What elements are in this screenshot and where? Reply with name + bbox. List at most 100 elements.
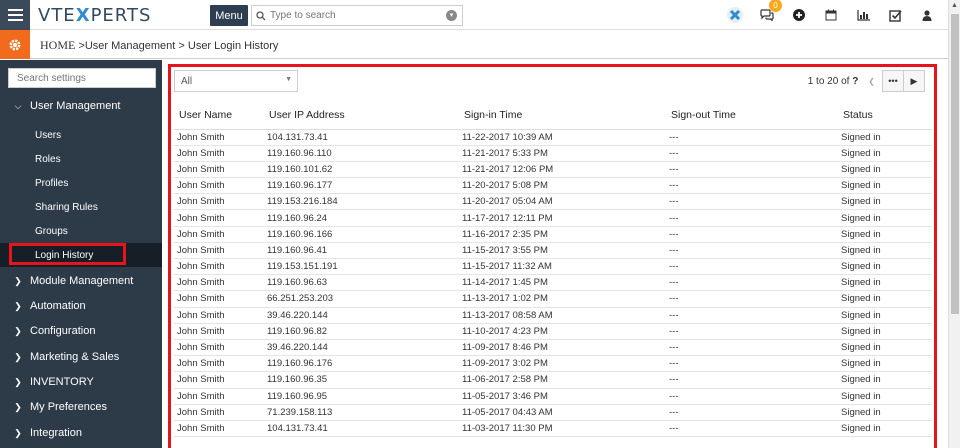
table-row[interactable]: John Smith 104.131.73.41 11-22-2017 10:39 …: [174, 129, 932, 146]
next-page-button[interactable]: ▶: [903, 70, 925, 92]
login-history-table: User Name User IP Address Sign-in Time S…: [174, 101, 932, 438]
cell-user-name: John Smith: [174, 242, 264, 260]
sidebar-section-configuration[interactable]: ❯ Configuration: [0, 319, 162, 343]
scroll-up-icon[interactable]: ▲: [951, 2, 958, 9]
list-toolbar: All ▼ 1 to 20 of ? ❮ ••• ▶: [174, 70, 931, 98]
table-row[interactable]: John Smith 119.160.96.110 11-21-2017 5:33 …: [174, 145, 932, 162]
cell-sign-in-time: 11-13-2017 08:58 AM: [459, 307, 666, 324]
page-count: 1 to 20 of ?: [807, 75, 859, 87]
cell-sign-in-time: 11-16-2017 2:35 PM: [459, 226, 666, 243]
cell-status: Signed in: [838, 193, 932, 211]
table-row[interactable]: John Smith 39.46.220.144 11-13-2017 08:58 …: [174, 307, 932, 324]
cell-user-name: John Smith: [174, 177, 264, 195]
table-row[interactable]: John Smith 119.160.96.176 11-09-2017 3:02 …: [174, 355, 932, 373]
cell-status: Signed in: [838, 420, 932, 438]
sidebar-section-marketing-sales[interactable]: ❯ Marketing & Sales: [0, 345, 162, 369]
more-options-button[interactable]: •••: [882, 70, 904, 92]
total-count-button[interactable]: ?: [852, 76, 858, 87]
cell-status: Signed in: [838, 404, 932, 421]
sidebar-item-groups[interactable]: Groups: [0, 219, 162, 243]
sidebar-section-module-management[interactable]: ❯ Module Management: [0, 269, 162, 293]
cell-status: Signed in: [838, 355, 932, 373]
search-dropdown-icon[interactable]: ▾: [446, 10, 457, 21]
column-header-user-name[interactable]: User Name: [174, 101, 264, 130]
column-header-sign-out-time[interactable]: Sign-out Time: [666, 101, 838, 130]
cell-user-name: John Smith: [174, 388, 264, 405]
sidebar-section-integration[interactable]: ❯ Integration: [0, 421, 162, 445]
table-header-row: User Name User IP Address Sign-in Time S…: [174, 101, 932, 130]
cell-sign-out-time: ---: [666, 209, 838, 227]
cell-sign-in-time: 11-20-2017 05:04 AM: [459, 193, 666, 211]
cell-user-name: John Smith: [174, 145, 264, 162]
pagination: 1 to 20 of ? ❮ ••• ▶: [808, 70, 925, 92]
cell-user-name: John Smith: [174, 129, 264, 146]
breadcrumb-home[interactable]: HOME: [40, 38, 75, 52]
cell-sign-out-time: ---: [666, 371, 838, 389]
sidebar-section-user-management[interactable]: ⌵ User Management: [0, 94, 162, 118]
settings-search-input[interactable]: [8, 68, 156, 88]
table-row[interactable]: John Smith 119.160.96.166 11-16-2017 2:35 …: [174, 226, 932, 243]
sidebar-section-inventory[interactable]: ❯ INVENTORY: [0, 370, 162, 394]
column-header-sign-in-time[interactable]: Sign-in Time: [459, 101, 666, 130]
cell-user-name: John Smith: [174, 209, 264, 227]
settings-gear-icon[interactable]: [0, 30, 30, 59]
column-header-ip-address[interactable]: User IP Address: [264, 101, 459, 130]
task-icon[interactable]: [886, 6, 904, 24]
page-scrollbar[interactable]: ▲: [948, 0, 960, 448]
chat-icon[interactable]: 0: [758, 0, 782, 24]
dropdown-arrow-icon: ▼: [285, 76, 292, 83]
breadcrumb-user-management[interactable]: User Management: [85, 40, 176, 52]
x-app-icon[interactable]: [726, 6, 744, 24]
cell-sign-out-time: ---: [666, 242, 838, 260]
table-row[interactable]: John Smith 119.160.96.82 11-10-2017 4:23 P…: [174, 323, 932, 340]
table-row[interactable]: John Smith 119.153.151.191 11-15-2017 11:3…: [174, 258, 932, 276]
plus-icon[interactable]: [790, 6, 808, 24]
sidebar-item-profiles[interactable]: Profiles: [0, 171, 162, 195]
cell-status: Signed in: [838, 339, 932, 357]
table-row[interactable]: John Smith 119.160.96.95 11-05-2017 3:46 P…: [174, 388, 932, 405]
user-icon[interactable]: [918, 6, 936, 24]
cell-sign-out-time: ---: [666, 323, 838, 340]
sidebar-item-sharing-rules[interactable]: Sharing Rules: [0, 195, 162, 219]
search-icon: [256, 10, 266, 20]
notification-badge: 0: [769, 0, 782, 12]
table-row[interactable]: John Smith 119.160.96.63 11-14-2017 1:45 P…: [174, 274, 932, 292]
chevron-right-icon: ❯: [14, 351, 22, 362]
chart-icon[interactable]: [854, 6, 872, 24]
column-header-status[interactable]: Status: [838, 101, 932, 130]
table-row[interactable]: John Smith 66.251.253.203 11-13-2017 1:02 …: [174, 290, 932, 308]
sidebar-section-my-preferences[interactable]: ❯ My Preferences: [0, 395, 162, 419]
cell-sign-out-time: ---: [666, 161, 838, 179]
table-row[interactable]: John Smith 119.160.96.41 11-15-2017 3:55 P…: [174, 242, 932, 260]
table-row[interactable]: John Smith 39.46.220.144 11-09-2017 8:46 P…: [174, 339, 932, 357]
sidebar-item-roles[interactable]: Roles: [0, 147, 162, 171]
hamburger-menu-icon[interactable]: [0, 0, 30, 30]
cell-sign-out-time: ---: [666, 290, 838, 308]
top-navbar: VTEXPERTS Menu ▾ 0: [0, 0, 948, 30]
filter-select[interactable]: All ▼: [174, 70, 298, 92]
table-row[interactable]: John Smith 119.153.216.184 11-20-2017 05:0…: [174, 193, 932, 211]
cell-status: Signed in: [838, 323, 932, 340]
sidebar-section-automation[interactable]: ❯ Automation: [0, 294, 162, 318]
global-search-input[interactable]: [270, 10, 440, 21]
table-row[interactable]: John Smith 119.160.96.177 11-20-2017 5:08 …: [174, 177, 932, 195]
table-row[interactable]: John Smith 119.160.101.62 11-21-2017 12:06…: [174, 161, 932, 179]
scrollbar-thumb[interactable]: [951, 14, 959, 314]
cell-user-name: John Smith: [174, 355, 264, 373]
table-row[interactable]: John Smith 71.239.158.113 11-05-2017 04:43…: [174, 404, 932, 421]
cell-sign-in-time: 11-06-2017 2:58 PM: [459, 371, 666, 389]
prev-page-icon[interactable]: ❮: [868, 77, 875, 86]
table-row[interactable]: John Smith 119.160.96.35 11-06-2017 2:58 P…: [174, 371, 932, 389]
table-row[interactable]: John Smith 104.131.73.41 11-03-2017 11:30 …: [174, 420, 932, 438]
sidebar-item-login-history[interactable]: Login History: [0, 243, 162, 267]
table-row[interactable]: John Smith 119.160.96.24 11-17-2017 12:11 …: [174, 209, 932, 227]
cell-sign-in-time: 11-22-2017 10:39 AM: [459, 129, 666, 146]
cell-sign-out-time: ---: [666, 274, 838, 292]
logo[interactable]: VTEXPERTS: [38, 5, 151, 26]
cell-status: Signed in: [838, 209, 932, 227]
global-search[interactable]: ▾: [251, 5, 463, 26]
calendar-icon[interactable]: [822, 6, 840, 24]
sidebar-item-users[interactable]: Users: [0, 123, 162, 147]
menu-button[interactable]: Menu: [210, 5, 248, 26]
cell-ip-address: 119.160.96.166: [264, 226, 459, 243]
